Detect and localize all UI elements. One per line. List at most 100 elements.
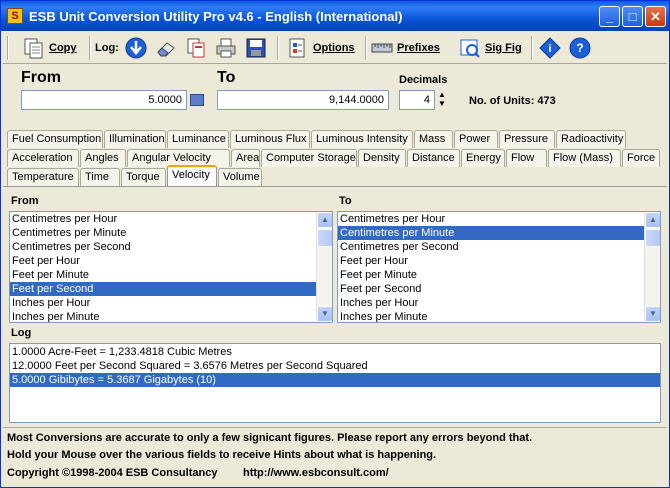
log-list[interactable]: 1.0000 Acre-Feet = 1,233.4818 Cubic Metr…: [9, 343, 661, 423]
prefixes-button[interactable]: Prefixes: [371, 35, 440, 61]
print-button[interactable]: [215, 35, 237, 61]
to-list-label: To: [339, 195, 352, 207]
tab-mass[interactable]: Mass: [414, 130, 453, 148]
log-copy-button[interactable]: [185, 35, 207, 61]
from-unit-item[interactable]: Centimetres per Minute: [10, 226, 332, 240]
toolbar-separator: [531, 36, 533, 60]
maximize-button[interactable]: □: [622, 6, 643, 27]
tab-luminous-flux[interactable]: Luminous Flux: [230, 130, 310, 148]
tab-computer-storage[interactable]: Computer Storage: [261, 149, 357, 167]
tab-temperature[interactable]: Temperature: [7, 168, 79, 186]
scroll-up-icon[interactable]: ▲: [317, 212, 332, 228]
toolbar-separator: [365, 36, 367, 60]
log-section-label: Log: [11, 327, 32, 339]
tab-luminous-intensity[interactable]: Luminous Intensity: [311, 130, 413, 148]
to-unit-item[interactable]: Centimetres per Minute: [338, 226, 660, 240]
tab-pressure[interactable]: Pressure: [499, 130, 555, 148]
log-entry[interactable]: 5.0000 Gibibytes = 5.3687 Gigabytes (10): [10, 373, 660, 387]
log-entry[interactable]: 12.0000 Feet per Second Squared = 3.6576…: [10, 359, 660, 373]
eraser-icon: [155, 37, 177, 59]
footer-url-link[interactable]: http://www.esbconsult.com/: [243, 467, 389, 479]
tab-density[interactable]: Density: [358, 149, 406, 167]
app-icon[interactable]: S: [7, 8, 23, 24]
tab-angles[interactable]: Angles: [80, 149, 126, 167]
from-list-scrollbar[interactable]: ▲ ▼: [316, 212, 332, 322]
tab-luminance[interactable]: Luminance: [167, 130, 229, 148]
close-button[interactable]: ✕: [645, 6, 666, 27]
about-button[interactable]: i: [539, 35, 561, 61]
minimize-button[interactable]: _: [599, 6, 620, 27]
to-unit-item[interactable]: Centimetres per Hour: [338, 212, 660, 226]
tab-area[interactable]: Area: [231, 149, 260, 167]
from-unit-item[interactable]: Centimetres per Hour: [10, 212, 332, 226]
log-entry[interactable]: 1.0000 Acre-Feet = 1,233.4818 Cubic Metr…: [10, 345, 660, 359]
tab-flow[interactable]: Flow: [506, 149, 547, 167]
decimals-input[interactable]: 4: [399, 90, 435, 110]
title-bar[interactable]: S ESB Unit Conversion Utility Pro v4.6 -…: [1, 1, 669, 31]
help-button[interactable]: ?: [569, 35, 591, 61]
to-unit-item[interactable]: Centimetres per Second: [338, 240, 660, 254]
scroll-up-icon[interactable]: ▲: [645, 212, 660, 228]
options-button[interactable]: Options: [287, 35, 355, 61]
to-unit-item[interactable]: Feet per Second: [338, 282, 660, 296]
from-unit-item[interactable]: Feet per Hour: [10, 254, 332, 268]
footer-hint: Hold your Mouse over the various fields …: [7, 449, 437, 461]
to-unit-item[interactable]: Inches per Minute: [338, 310, 660, 322]
floppy-disk-icon: [245, 37, 267, 59]
scroll-down-icon[interactable]: ▼: [645, 306, 660, 322]
tab-torque[interactable]: Torque: [121, 168, 166, 186]
to-unit-list[interactable]: Centimetres per Hour Centimetres per Minu…: [337, 211, 661, 323]
tab-time[interactable]: Time: [80, 168, 120, 186]
svg-text:i: i: [548, 43, 551, 55]
from-unit-item[interactable]: Inches per Minute: [10, 310, 332, 322]
to-label: To: [217, 69, 236, 86]
tab-power[interactable]: Power: [454, 130, 498, 148]
to-list-scrollbar[interactable]: ▲ ▼: [644, 212, 660, 322]
to-unit-item[interactable]: Feet per Hour: [338, 254, 660, 268]
from-unit-item[interactable]: Centimetres per Second: [10, 240, 332, 254]
decimals-spinner[interactable]: ▲ ▼: [437, 90, 447, 110]
from-value-input[interactable]: 5.0000: [21, 90, 187, 110]
from-label: From: [21, 69, 61, 86]
scroll-thumb[interactable]: [645, 229, 660, 247]
tab-volume[interactable]: Volume: [218, 168, 262, 186]
to-unit-item[interactable]: Inches per Hour: [338, 296, 660, 310]
footer-divider: [3, 427, 667, 428]
from-unit-list[interactable]: Centimetres per Hour Centimetres per Minu…: [9, 211, 333, 323]
from-list-label: From: [11, 195, 39, 207]
decimals-label: Decimals: [399, 74, 448, 86]
scroll-thumb[interactable]: [317, 229, 332, 247]
tab-energy[interactable]: Energy: [461, 149, 505, 167]
save-button[interactable]: [245, 35, 267, 61]
sig-fig-label: Sig Fig: [485, 42, 522, 54]
copy-pages-icon: [185, 37, 207, 59]
copy-button[interactable]: Copy: [23, 35, 77, 61]
to-value-field: 9,144.0000: [217, 90, 389, 110]
tab-flow-mass[interactable]: Flow (Mass): [548, 149, 621, 167]
calculator-icon[interactable]: [190, 94, 204, 106]
log-clear-button[interactable]: [155, 35, 177, 61]
toolbar-separator: [89, 36, 91, 60]
scroll-down-icon[interactable]: ▼: [317, 306, 332, 322]
footer-copyright: Copyright ©1998-2004 ESB Consultancy: [7, 467, 218, 479]
log-label: Log:: [95, 42, 119, 54]
sig-fig-icon: [459, 37, 481, 59]
tab-illumination[interactable]: Illumination: [104, 130, 166, 148]
options-label: Options: [313, 42, 355, 54]
arrow-down-circle-icon: [125, 37, 147, 59]
tab-radioactivity[interactable]: Radioactivity: [556, 130, 626, 148]
sig-fig-button[interactable]: Sig Fig: [459, 35, 522, 61]
to-unit-item[interactable]: Feet per Minute: [338, 268, 660, 282]
app-window: S ESB Unit Conversion Utility Pro v4.6 -…: [0, 0, 670, 488]
from-unit-item[interactable]: Inches per Hour: [10, 296, 332, 310]
tab-force[interactable]: Force: [622, 149, 660, 167]
tab-fuel-consumption[interactable]: Fuel Consumption: [7, 130, 103, 148]
window-title: ESB Unit Conversion Utility Pro v4.6 - E…: [29, 9, 403, 24]
from-unit-item[interactable]: Feet per Second: [10, 282, 332, 296]
tab-distance[interactable]: Distance: [407, 149, 460, 167]
copy-label: Copy: [49, 42, 77, 54]
from-unit-item[interactable]: Feet per Minute: [10, 268, 332, 282]
log-add-button[interactable]: [125, 35, 147, 61]
tab-acceleration[interactable]: Acceleration: [7, 149, 79, 167]
tab-velocity[interactable]: Velocity: [167, 165, 217, 186]
